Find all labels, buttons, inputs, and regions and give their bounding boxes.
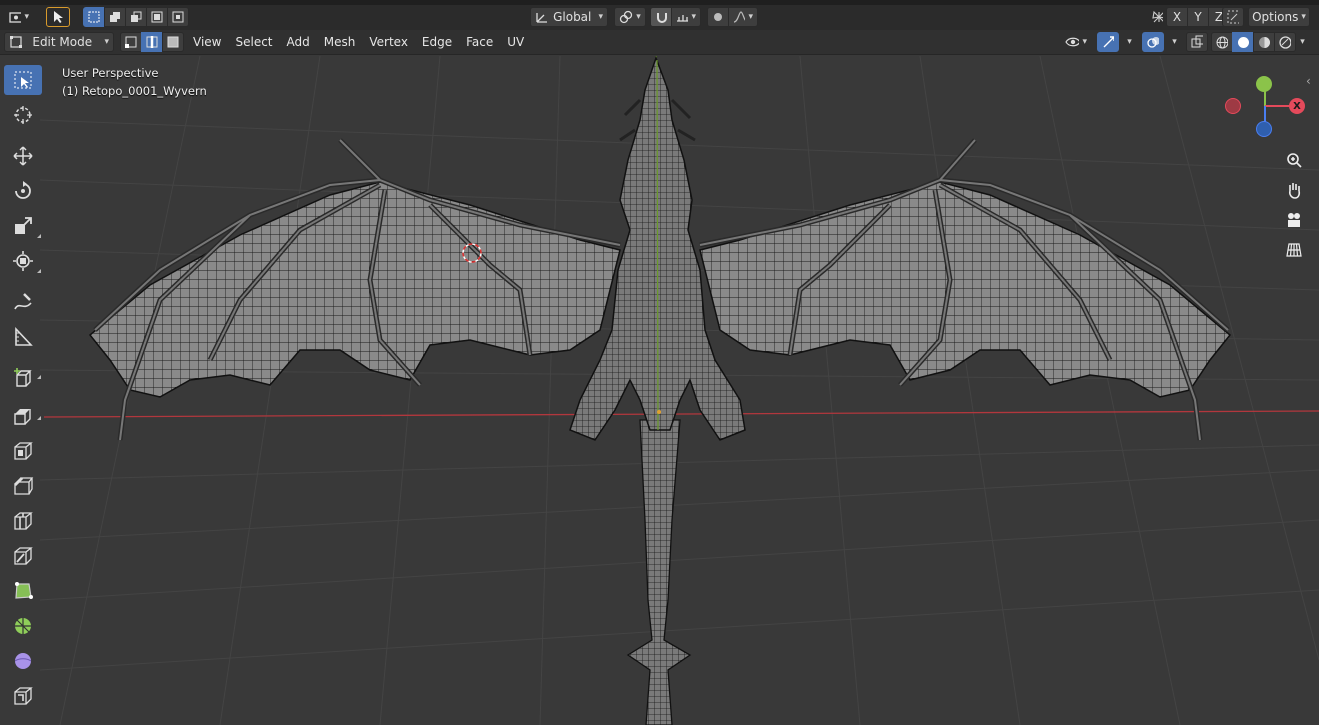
mirror-axes-group: X Y Z	[1166, 7, 1230, 27]
select-mode-group	[83, 7, 189, 27]
menu-mesh[interactable]: Mesh	[317, 32, 363, 52]
gizmo-neg-z-axis[interactable]	[1256, 121, 1272, 137]
pan-button[interactable]	[1281, 177, 1307, 203]
proportional-dot-icon	[714, 13, 722, 21]
menu-view[interactable]: View	[186, 32, 228, 52]
snap-toggle-button[interactable]	[650, 7, 672, 27]
shading-dropdown[interactable]: ▾	[1290, 32, 1312, 52]
cursor-arrow-icon	[54, 11, 63, 23]
viewport-menu-bar: View Select Add Mesh Vertex Edge Face UV	[186, 32, 531, 52]
sidebar-toggle-icon[interactable]: ‹	[1306, 74, 1311, 88]
proportional-falloff-dropdown[interactable]: ▾	[728, 7, 758, 27]
options-dropdown[interactable]: Options ▾	[1248, 7, 1310, 27]
x-axis-line	[43, 410, 1319, 418]
mode-label: Edit Mode	[32, 35, 93, 49]
menu-add[interactable]: Add	[280, 32, 317, 52]
proportional-edit-toggle[interactable]	[707, 7, 729, 27]
mirror-axis-button[interactable]	[1146, 7, 1168, 27]
solid-sphere-icon	[1238, 36, 1249, 48]
mirror-y-button[interactable]: Y	[1187, 7, 1209, 27]
gizmo-toggle-button[interactable]	[1097, 32, 1119, 52]
mode-dropdown[interactable]: Edit Mode ▾	[4, 32, 114, 52]
select-new-button[interactable]	[83, 7, 105, 27]
vertex-select-button[interactable]	[120, 32, 142, 52]
edit-mode-icon	[10, 36, 22, 48]
wireframe-sphere-icon	[1216, 36, 1228, 48]
overlays-dropdown[interactable]: ▾	[1162, 32, 1184, 52]
vertex-select-icon	[125, 36, 137, 48]
visibility-dropdown[interactable]: ▾	[1060, 32, 1092, 52]
perspective-toggle-button[interactable]	[1281, 237, 1307, 263]
zoom-icon	[1287, 153, 1302, 168]
select-invert-button[interactable]	[146, 7, 168, 27]
auto-merge-icon	[1227, 10, 1239, 24]
xray-icon	[1191, 35, 1203, 48]
select-intersect-icon	[172, 11, 184, 23]
proportional-edit-group: ▾	[707, 7, 758, 27]
pivot-icon	[620, 10, 633, 24]
select-invert-icon	[151, 11, 163, 23]
solid-shading-button[interactable]	[1232, 32, 1254, 52]
viewport-header: Edit Mode ▾ View Select Add Mesh Vertex …	[0, 30, 1319, 55]
gizmo-x-axis[interactable]: X	[1289, 98, 1305, 114]
menu-uv[interactable]: UV	[500, 32, 531, 52]
camera-icon	[1288, 213, 1300, 227]
perspective-label: User Perspective	[62, 66, 159, 80]
select-new-icon	[88, 11, 100, 23]
face-select-button[interactable]	[162, 32, 184, 52]
auto-merge-button[interactable]	[1222, 7, 1244, 27]
object-origin	[657, 410, 661, 414]
face-select-icon	[167, 36, 179, 48]
hand-icon	[1289, 183, 1301, 199]
wireframe-shading-button[interactable]	[1211, 32, 1233, 52]
material-shading-button[interactable]	[1253, 32, 1275, 52]
select-element-group	[120, 32, 184, 52]
viewport-scene	[39, 56, 1319, 725]
gizmo-icon	[1103, 36, 1114, 48]
menu-face[interactable]: Face	[459, 32, 500, 52]
tool-header: ▾ Global ▾ ▾ ▾ ▾ X Y Z Options ▾	[0, 5, 1319, 30]
pivot-point-dropdown[interactable]: ▾	[614, 7, 646, 27]
zoom-button[interactable]	[1281, 147, 1307, 173]
shading-group	[1211, 32, 1296, 52]
snap-group: ▾	[650, 7, 701, 27]
object-label: (1) Retopo_0001_Wyvern	[62, 84, 207, 98]
3d-viewport[interactable]: User Perspective (1) Retopo_0001_Wyvern …	[0, 56, 1319, 725]
falloff-curve-icon	[733, 11, 746, 23]
gizmo-dropdown[interactable]: ▾	[1117, 32, 1139, 52]
menu-edge[interactable]: Edge	[415, 32, 459, 52]
gizmo-neg-x-axis[interactable]	[1225, 98, 1241, 114]
editor-type-button[interactable]: ▾	[4, 7, 34, 27]
overlays-toggle-button[interactable]	[1142, 32, 1164, 52]
gizmo-y-axis[interactable]	[1256, 76, 1272, 92]
snap-target-dropdown[interactable]: ▾	[671, 7, 701, 27]
select-intersect-button[interactable]	[167, 7, 189, 27]
select-tool-button[interactable]	[46, 7, 70, 27]
wyvern-mesh[interactable]	[88, 56, 1232, 725]
overlays-icon	[1147, 37, 1159, 48]
edge-select-icon	[146, 36, 158, 48]
camera-view-button[interactable]	[1281, 207, 1307, 233]
select-extend-button[interactable]	[104, 7, 126, 27]
editor-type-icon	[9, 12, 22, 23]
snap-increment-icon	[677, 15, 689, 22]
material-sphere-icon	[1259, 36, 1270, 48]
menu-select[interactable]: Select	[228, 32, 279, 52]
transform-orientation-dropdown[interactable]: Global ▾	[530, 7, 608, 27]
edge-select-button[interactable]	[141, 32, 163, 52]
select-subtract-button[interactable]	[125, 7, 147, 27]
select-extend-icon	[110, 12, 120, 22]
options-label: Options	[1252, 10, 1299, 24]
butterfly-icon	[1152, 10, 1163, 23]
select-subtract-icon	[131, 11, 142, 22]
eye-icon	[1065, 37, 1080, 47]
grid-icon	[1286, 243, 1302, 257]
xray-toggle-button[interactable]	[1186, 32, 1208, 52]
subtool-indicators	[37, 234, 41, 420]
menu-vertex[interactable]: Vertex	[362, 32, 415, 52]
orientation-icon	[536, 13, 547, 23]
magnet-icon	[657, 13, 667, 23]
mirror-x-button[interactable]: X	[1166, 7, 1188, 27]
transform-orientation-label: Global	[553, 10, 592, 24]
